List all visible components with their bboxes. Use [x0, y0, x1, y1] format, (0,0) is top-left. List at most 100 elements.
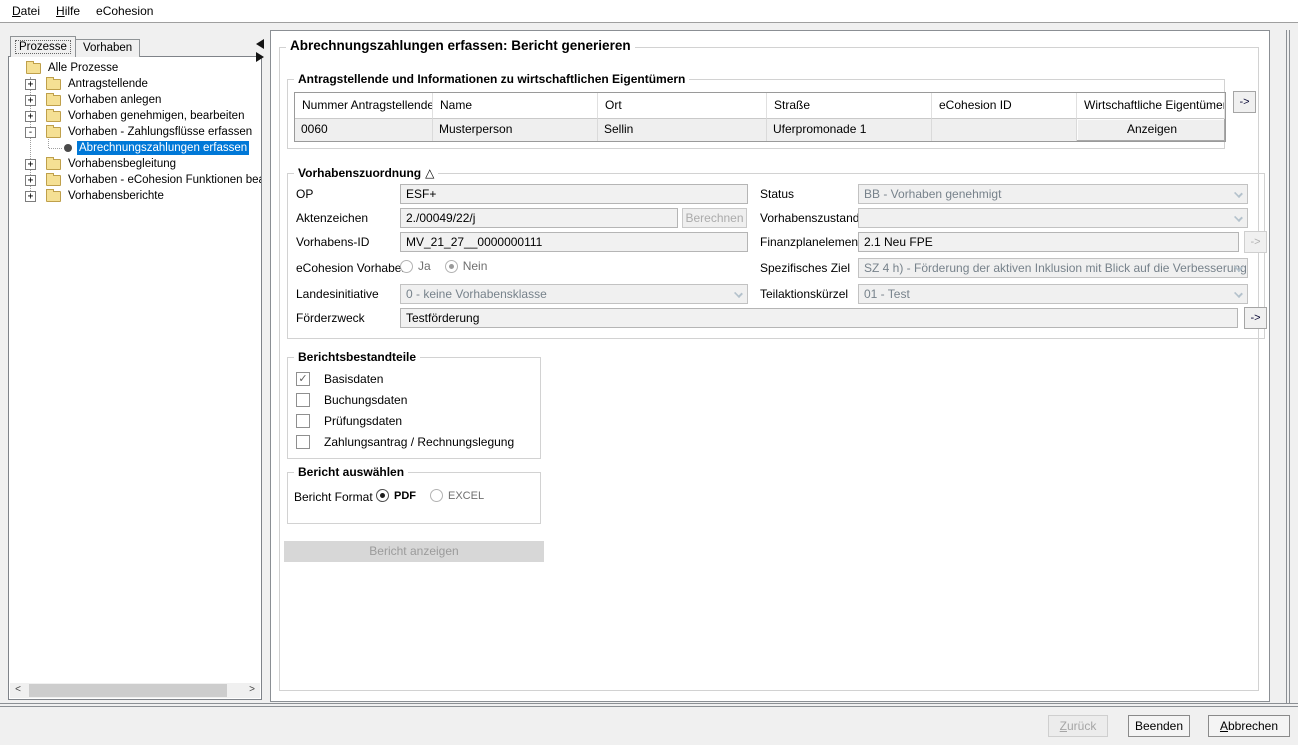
scrollbar-thumb[interactable] [29, 684, 227, 697]
menu-bar: Datei Hilfe eCohesion [0, 0, 1298, 23]
spezifisches-ziel-value: SZ 4 h) - Förderung der aktiven Inklusio… [864, 261, 1248, 275]
spezifisches-ziel-label: Spezifisches Ziel [760, 261, 850, 277]
ecohesion-vorhaben-radio-group: Ja Nein [400, 259, 501, 273]
tree-item-ecohesion-funktionen[interactable]: + Vorhaben - eCohesion Funktionen bearbe… [9, 172, 261, 188]
tree-item-label: Vorhabensbegleitung [66, 157, 178, 171]
applicant-arrow-button[interactable]: -> [1233, 91, 1256, 113]
checkbox-basisdaten-label: Basisdaten [324, 372, 383, 388]
status-label: Status [760, 187, 794, 203]
checkbox-buchungsdaten[interactable] [296, 393, 310, 407]
status-value: BB - Vorhaben genehmigt [864, 187, 1001, 201]
folder-icon [46, 175, 61, 186]
aktenzeichen-field[interactable]: 2./00049/22/j [400, 208, 678, 228]
landesinitiative-dropdown[interactable]: 0 - keine Vorhabensklasse [400, 284, 748, 304]
tree-item-alle-prozesse[interactable]: Alle Prozesse [9, 60, 261, 76]
chevron-down-icon [1234, 189, 1243, 198]
chevron-down-icon [1234, 213, 1243, 222]
status-dropdown[interactable]: BB - Vorhaben genehmigt [858, 184, 1248, 204]
tree-item-abrechnungszahlungen[interactable]: Abrechnungszahlungen erfassen [9, 140, 261, 156]
zurueck-button-label: Zurück [1049, 716, 1107, 736]
tree-item-vorhaben-anlegen[interactable]: + Vorhaben anlegen [9, 92, 261, 108]
column-header: Ort [598, 93, 767, 119]
splitter-collapse-left-icon[interactable] [256, 39, 264, 49]
checkbox-buchungsdaten-label: Buchungsdaten [324, 393, 407, 409]
radio-ja-label: Ja [418, 259, 431, 273]
finanzplanelement-arrow-button[interactable]: -> [1244, 231, 1267, 253]
tree-item-label: Vorhaben - eCohesion Funktionen bearbeit [66, 173, 261, 187]
radio-pdf[interactable] [376, 489, 389, 502]
checkbox-pruefungsdaten[interactable] [296, 414, 310, 428]
scroll-left-icon[interactable]: < [10, 683, 26, 698]
bullet-icon [64, 144, 72, 152]
menu-datei[interactable]: Datei [4, 1, 48, 21]
menu-hilfe[interactable]: Hilfe [48, 1, 88, 21]
table-cell-strasse: Uferpromonade 1 [767, 119, 932, 141]
table-cell-nummer: 0060 [295, 119, 433, 141]
checkbox-pruefungsdaten-label: Prüfungsdaten [324, 414, 402, 430]
tab-prozesse[interactable]: Prozesse [10, 36, 76, 57]
expander-plus-icon[interactable]: + [25, 79, 36, 90]
expander-plus-icon[interactable]: + [25, 191, 36, 202]
tree-item-antragstellende[interactable]: + Antragstellende [9, 76, 261, 92]
menu-ecohesion[interactable]: eCohesion [88, 1, 161, 21]
tree-item-label: Vorhaben genehmigen, bearbeiten [66, 109, 246, 123]
tree-item-label: Vorhabensberichte [66, 189, 166, 203]
foerderzweck-field[interactable]: Testförderung [400, 308, 1238, 328]
folder-icon [46, 127, 61, 138]
table-cell-ecohesion-id [932, 119, 1077, 141]
checkbox-zahlungsantrag[interactable] [296, 435, 310, 449]
abbrechen-button[interactable]: Abbrechen [1208, 715, 1290, 737]
radio-nein[interactable] [445, 260, 458, 273]
vorhabenszustand-dropdown[interactable] [858, 208, 1248, 228]
checkbox-basisdaten[interactable]: ✓ [296, 372, 310, 386]
berichtsbestandteile-title: Berichtsbestandteile [294, 350, 420, 364]
tree-item-vorhabensberichte[interactable]: + Vorhabensberichte [9, 188, 261, 204]
spezifisches-ziel-dropdown[interactable]: SZ 4 h) - Förderung der aktiven Inklusio… [858, 258, 1248, 278]
beenden-button[interactable]: Beenden [1128, 715, 1190, 737]
foerderzweck-arrow-button[interactable]: -> [1244, 307, 1267, 329]
expander-minus-icon[interactable]: - [25, 127, 36, 138]
op-field[interactable]: ESF+ [400, 184, 748, 204]
expander-plus-icon[interactable]: + [25, 111, 36, 122]
tree-item-vorhaben-genehmigen[interactable]: + Vorhaben genehmigen, bearbeiten [9, 108, 261, 124]
page-title: Abrechnungszahlungen erfassen: Bericht g… [286, 38, 635, 53]
column-header: Name [433, 93, 598, 119]
finanzplanelement-label: Finanzplanelement [760, 235, 861, 251]
horizontal-scrollbar[interactable]: < > [10, 683, 260, 698]
checkbox-zahlungsantrag-label: Zahlungsantrag / Rechnungslegung [324, 435, 514, 451]
tab-prozesse-label: Prozesse [15, 40, 71, 54]
folder-icon [26, 63, 41, 74]
bottom-border-divider [0, 703, 1298, 707]
expander-plus-icon[interactable]: + [25, 159, 36, 170]
tree-item-zahlungsfluesse[interactable]: - Vorhaben - Zahlungsflüsse erfassen [9, 124, 261, 140]
column-header: Nummer Antragstellende [295, 93, 433, 119]
splitter-expand-right-icon[interactable] [256, 52, 264, 62]
radio-ja[interactable] [400, 260, 413, 273]
zurueck-button[interactable]: Zurück [1048, 715, 1108, 737]
tab-vorhaben[interactable]: Vorhaben [75, 39, 140, 57]
tree-item-vorhabensbegleitung[interactable]: + Vorhabensbegleitung [9, 156, 261, 172]
table-cell-ort: Sellin [598, 119, 767, 141]
bericht-auswaehlen-group: Bericht auswählen Bericht Format PDF EXC… [287, 472, 541, 524]
anzeigen-button[interactable]: Anzeigen [1077, 119, 1225, 141]
scroll-right-icon[interactable]: > [244, 683, 260, 698]
vorhabenszuordnung-group: Vorhabenszuordnung△ OP ESF+ Aktenzeichen… [287, 173, 1265, 339]
column-header: Wirtschaftliche Eigentümer [1077, 93, 1225, 119]
vorhabenszuordnung-title: Vorhabenszuordnung△ [294, 166, 438, 180]
expander-plus-icon[interactable]: + [25, 175, 36, 186]
chevron-down-icon [734, 289, 743, 298]
right-border-divider [1286, 30, 1290, 704]
berechnen-button[interactable]: Berechnen [682, 208, 747, 228]
collapse-triangle-icon[interactable]: △ [425, 166, 434, 180]
vorhabenszustand-label: Vorhabenszustand [760, 211, 859, 227]
bericht-anzeigen-button[interactable]: Bericht anzeigen [284, 541, 544, 562]
finanzplanelement-field[interactable]: 2.1 Neu FPE [858, 232, 1239, 252]
tree-item-label: Vorhaben anlegen [66, 93, 163, 107]
chevron-down-icon [1234, 289, 1243, 298]
expander-plus-icon[interactable]: + [25, 95, 36, 106]
teilaktionskuerzel-dropdown[interactable]: 01 - Test [858, 284, 1248, 304]
aktenzeichen-label: Aktenzeichen [296, 211, 368, 227]
vorhabens-id-field[interactable]: MV_21_27__0000000111 [400, 232, 748, 252]
process-tree-panel: Alle Prozesse + Antragstellende + Vorhab… [8, 56, 262, 700]
radio-excel[interactable] [430, 489, 443, 502]
